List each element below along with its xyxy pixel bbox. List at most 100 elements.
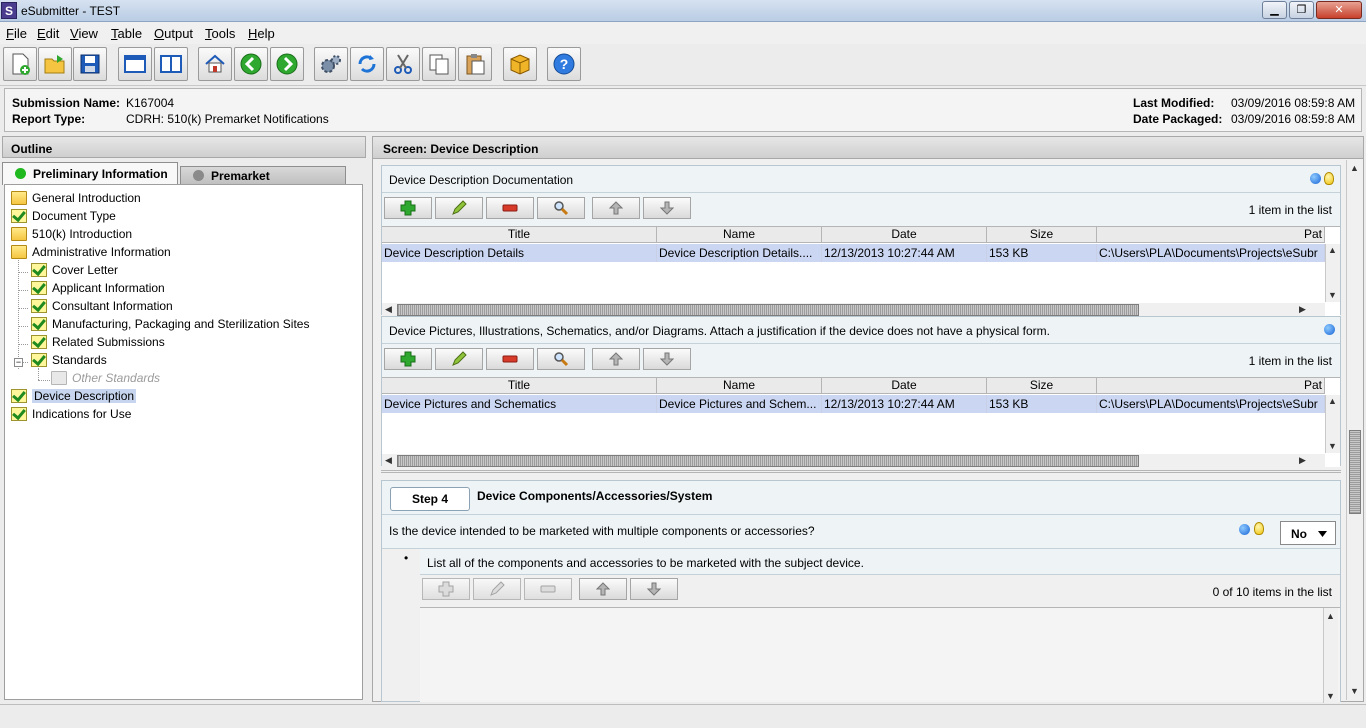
split-view-button[interactable] bbox=[154, 47, 188, 81]
add-item-button[interactable] bbox=[384, 348, 432, 370]
scroll-down-arrow-icon[interactable]: ▼ bbox=[1324, 690, 1337, 703]
package-button[interactable] bbox=[503, 47, 537, 81]
tab-preliminary-information[interactable]: Preliminary Information bbox=[2, 162, 178, 185]
vertical-scrollbar[interactable]: ▲ ▼ bbox=[1325, 244, 1340, 302]
move-up-button[interactable] bbox=[592, 348, 640, 370]
delete-item-button[interactable] bbox=[486, 348, 534, 370]
horizontal-scrollbar[interactable]: ◀ ▶ bbox=[382, 454, 1325, 468]
menu-output[interactable]: Output bbox=[154, 26, 193, 41]
lightbulb-hint-icon[interactable] bbox=[1324, 172, 1334, 185]
open-button[interactable] bbox=[38, 47, 72, 81]
tab-premarket-notification[interactable]: Premarket Notification bbox=[180, 166, 346, 197]
column-header-date[interactable]: Date bbox=[822, 378, 987, 394]
checkmark-icon bbox=[31, 317, 47, 331]
scroll-down-arrow-icon[interactable]: ▼ bbox=[1348, 685, 1361, 698]
tree-node-indications-for-use[interactable]: Indications for Use bbox=[11, 405, 131, 423]
select-value: No bbox=[1291, 527, 1307, 541]
view-item-button[interactable] bbox=[537, 348, 585, 370]
arrow-down-icon bbox=[660, 352, 674, 366]
delete-component-button[interactable] bbox=[524, 578, 572, 600]
maximize-button[interactable]: ❐ bbox=[1289, 1, 1314, 19]
tree-node-related-submissions[interactable]: Related Submissions bbox=[31, 333, 165, 351]
column-header-path[interactable]: Pat bbox=[1097, 378, 1325, 394]
tree-node-device-description[interactable]: Device Description bbox=[11, 387, 137, 405]
scrollbar-thumb[interactable] bbox=[1349, 430, 1361, 514]
scroll-up-arrow-icon[interactable]: ▲ bbox=[1324, 610, 1337, 623]
column-header-size[interactable]: Size bbox=[987, 227, 1097, 243]
scroll-right-arrow-icon[interactable]: ▶ bbox=[1296, 303, 1309, 316]
forward-button[interactable] bbox=[270, 47, 304, 81]
column-header-path[interactable]: Pat bbox=[1097, 227, 1325, 243]
menu-edit[interactable]: Edit bbox=[37, 26, 59, 41]
add-component-button[interactable] bbox=[422, 578, 470, 600]
scroll-left-arrow-icon[interactable]: ◀ bbox=[382, 454, 395, 467]
home-button[interactable] bbox=[198, 47, 232, 81]
tree-node-standards[interactable]: Standards bbox=[31, 351, 107, 369]
tree-node-applicant-information[interactable]: Applicant Information bbox=[31, 279, 165, 297]
scroll-down-arrow-icon[interactable]: ▼ bbox=[1326, 289, 1339, 302]
column-header-title[interactable]: Title bbox=[382, 227, 657, 243]
move-down-component-button[interactable] bbox=[630, 578, 678, 600]
chevron-down-icon bbox=[1318, 531, 1327, 537]
lightbulb-hint-icon[interactable] bbox=[1254, 522, 1264, 535]
scroll-left-arrow-icon[interactable]: ◀ bbox=[382, 303, 395, 316]
menu-table[interactable]: Table bbox=[111, 26, 142, 41]
delete-item-button[interactable] bbox=[486, 197, 534, 219]
menu-tools[interactable]: Tools bbox=[205, 26, 235, 41]
scrollbar-thumb[interactable] bbox=[397, 304, 1139, 316]
column-header-size[interactable]: Size bbox=[987, 378, 1097, 394]
column-header-date[interactable]: Date bbox=[822, 227, 987, 243]
edit-item-button[interactable] bbox=[435, 348, 483, 370]
move-up-component-button[interactable] bbox=[579, 578, 627, 600]
vertical-scrollbar[interactable]: ▲ ▼ bbox=[1323, 608, 1338, 703]
date-packaged-label: Date Packaged: bbox=[1133, 112, 1223, 126]
multiple-components-select[interactable]: No bbox=[1280, 521, 1336, 545]
view-item-button[interactable] bbox=[537, 197, 585, 219]
edit-component-button[interactable] bbox=[473, 578, 521, 600]
move-down-button[interactable] bbox=[643, 348, 691, 370]
tree-node-consultant-information[interactable]: Consultant Information bbox=[31, 297, 173, 315]
help-button[interactable]: ? bbox=[547, 47, 581, 81]
scroll-up-arrow-icon[interactable]: ▲ bbox=[1326, 244, 1339, 257]
tree-node-510k-introduction[interactable]: 510(k) Introduction bbox=[11, 225, 132, 243]
horizontal-scrollbar[interactable]: ◀ ▶ bbox=[382, 303, 1325, 317]
tree-node-cover-letter[interactable]: Cover Letter bbox=[31, 261, 118, 279]
info-icon[interactable] bbox=[1310, 173, 1321, 184]
cut-button[interactable] bbox=[386, 47, 420, 81]
tree-node-general-introduction[interactable]: General Introduction bbox=[11, 189, 141, 207]
menu-file[interactable]: File bbox=[6, 26, 27, 41]
scroll-up-arrow-icon[interactable]: ▲ bbox=[1348, 162, 1361, 175]
close-button[interactable]: ✕ bbox=[1316, 1, 1362, 19]
tree-node-administrative-information[interactable]: Administrative Information bbox=[11, 243, 171, 261]
collapse-toggle[interactable]: − bbox=[14, 358, 23, 367]
minimize-button[interactable]: ▁ bbox=[1262, 1, 1287, 19]
column-header-title[interactable]: Title bbox=[382, 378, 657, 394]
screen-vertical-scrollbar[interactable]: ▲ ▼ bbox=[1346, 160, 1362, 700]
back-button[interactable] bbox=[234, 47, 268, 81]
info-icon[interactable] bbox=[1239, 524, 1250, 535]
scroll-up-arrow-icon[interactable]: ▲ bbox=[1326, 395, 1339, 408]
info-icon[interactable] bbox=[1324, 324, 1335, 335]
scroll-down-arrow-icon[interactable]: ▼ bbox=[1326, 440, 1339, 453]
column-header-name[interactable]: Name bbox=[657, 227, 822, 243]
tree-node-manufacturing-sites[interactable]: Manufacturing, Packaging and Sterilizati… bbox=[31, 315, 309, 333]
add-item-button[interactable] bbox=[384, 197, 432, 219]
move-down-button[interactable] bbox=[643, 197, 691, 219]
column-header-name[interactable]: Name bbox=[657, 378, 822, 394]
window-button[interactable] bbox=[118, 47, 152, 81]
settings-button[interactable] bbox=[314, 47, 348, 81]
move-up-button[interactable] bbox=[592, 197, 640, 219]
scroll-right-arrow-icon[interactable]: ▶ bbox=[1296, 454, 1309, 467]
scrollbar-thumb[interactable] bbox=[397, 455, 1139, 467]
menu-view[interactable]: View bbox=[70, 26, 98, 41]
vertical-scrollbar[interactable]: ▲ ▼ bbox=[1325, 395, 1340, 453]
new-document-button[interactable] bbox=[3, 47, 37, 81]
refresh-button[interactable] bbox=[350, 47, 384, 81]
save-button[interactable] bbox=[73, 47, 107, 81]
paste-button[interactable] bbox=[458, 47, 492, 81]
menu-help[interactable]: Help bbox=[248, 26, 275, 41]
tree-node-document-type[interactable]: Document Type bbox=[11, 207, 116, 225]
edit-item-button[interactable] bbox=[435, 197, 483, 219]
copy-button[interactable] bbox=[422, 47, 456, 81]
split-view-icon bbox=[160, 55, 182, 73]
